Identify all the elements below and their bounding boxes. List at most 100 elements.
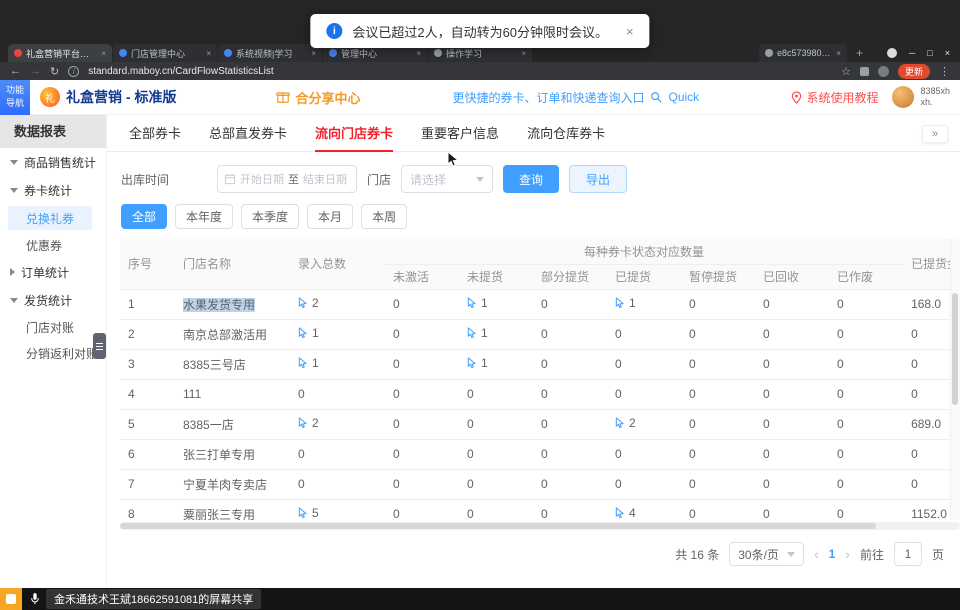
pointer-icon [467, 297, 477, 309]
tab-title: e8c573980b1328a258fd2e6|... [777, 48, 832, 58]
count-link[interactable]: 1 [298, 356, 319, 370]
column-header: 未激活 [385, 264, 459, 289]
cell-index: 2 [120, 319, 175, 349]
sidebar-item-优惠券[interactable]: 优惠券 [0, 232, 106, 258]
cell-count: 0 [755, 409, 829, 439]
cell-count: 0 [829, 289, 903, 319]
quick-filter-bar: 全部本年度本季度本月本周 [107, 202, 960, 239]
sidebar-group-订单统计[interactable]: 订单统计 [0, 258, 106, 286]
reload-button[interactable]: ↻ [50, 65, 59, 78]
sidebar-item-分销返利对账[interactable]: 分销返利对账 [0, 340, 106, 366]
banner-close-icon[interactable]: × [626, 24, 634, 39]
tab-总部直发券卡[interactable]: 总部直发券卡 [209, 115, 287, 152]
goto-suffix: 页 [932, 546, 944, 563]
cell-count: 0 [681, 379, 755, 409]
prev-page-button[interactable]: ‹ [814, 546, 819, 562]
tab-close-icon[interactable]: × [101, 49, 106, 58]
tab-流向门店券卡[interactable]: 流向门店券卡 [315, 115, 393, 152]
meeting-app-icon[interactable] [0, 588, 22, 610]
sidebar-item-兑换礼券[interactable]: 兑换礼券 [8, 206, 92, 230]
sidebar-group-商品销售统计[interactable]: 商品销售统计 [0, 148, 106, 176]
page-number[interactable]: 1 [829, 547, 836, 561]
tutorial-link[interactable]: 系统使用教程 [791, 89, 878, 106]
forward-button[interactable]: → [30, 65, 41, 77]
panel-collapse-button[interactable]: » [922, 125, 948, 143]
count-link[interactable]: 1 [467, 326, 488, 340]
count-link[interactable]: 4 [615, 506, 636, 520]
quick-filter-本季度[interactable]: 本季度 [241, 204, 299, 229]
cell-count: 0 [607, 379, 681, 409]
main-tab-bar: 全部券卡总部直发券卡流向门店券卡重要客户信息流向仓库券卡 [107, 115, 960, 152]
share-center-link[interactable]: 合分享中心 [276, 88, 360, 107]
cell-count: 0 [533, 409, 607, 439]
cell-count: 0 [829, 349, 903, 379]
vertical-scrollbar[interactable] [950, 239, 960, 520]
maximize-button[interactable]: □ [927, 48, 932, 58]
browser-update-button[interactable]: 更新 [898, 64, 930, 79]
count-link[interactable]: 1 [467, 296, 488, 310]
cell-count: 0 [385, 349, 459, 379]
count-link[interactable]: 5 [298, 506, 319, 520]
close-button[interactable]: × [945, 48, 950, 58]
browser-profile-icon[interactable] [887, 48, 897, 58]
sidebar-group-券卡统计[interactable]: 券卡统计 [0, 176, 106, 204]
page-size-value: 30条/页 [738, 546, 779, 563]
search-button[interactable]: 查询 [503, 165, 559, 193]
quick-filter-全部[interactable]: 全部 [121, 204, 167, 229]
tab-流向仓库券卡[interactable]: 流向仓库券卡 [527, 115, 605, 152]
pointer-icon [298, 297, 308, 309]
new-tab-button[interactable]: + [848, 44, 871, 62]
sidebar-item-门店对账[interactable]: 门店对账 [0, 314, 106, 340]
user-avatar[interactable] [892, 86, 914, 108]
horizontal-scrollbar[interactable] [120, 522, 960, 530]
tab-全部券卡[interactable]: 全部券卡 [129, 115, 181, 152]
pointer-icon [467, 327, 477, 339]
bookmark-star-icon[interactable]: ☆ [841, 65, 851, 78]
browser-tab[interactable]: 礼盒营销平台管理中心× [8, 44, 112, 62]
sidebar-group-发货统计[interactable]: 发货统计 [0, 286, 106, 314]
profile-avatar[interactable] [878, 66, 889, 77]
tab-close-icon[interactable]: × [416, 49, 421, 58]
next-page-button[interactable]: › [845, 546, 850, 562]
url-text[interactable]: standard.maboy.cn/CardFlowStatisticsList [88, 66, 832, 77]
tab-favicon [14, 49, 22, 57]
date-separator: 至 [288, 171, 299, 187]
goto-label: 前往 [860, 546, 884, 563]
count-link[interactable]: 2 [298, 416, 319, 430]
nav-toggle-button[interactable]: 功能导航 [0, 80, 30, 115]
date-range-input[interactable]: 开始日期 至 结束日期 [217, 165, 357, 193]
browser-menu-icon[interactable]: ⋮ [939, 65, 950, 78]
browser-tab[interactable]: 门店管理中心× [113, 44, 217, 62]
tab-close-icon[interactable]: × [521, 49, 526, 58]
goto-page-input[interactable]: 1 [894, 542, 922, 566]
quick-filter-本周[interactable]: 本周 [361, 204, 407, 229]
sidebar-collapse-handle[interactable] [93, 333, 106, 359]
count-link[interactable]: 1 [298, 326, 319, 340]
extensions-icon[interactable] [860, 67, 869, 76]
count-link[interactable]: 1 [615, 296, 636, 310]
quick-filter-本年度[interactable]: 本年度 [175, 204, 233, 229]
export-button[interactable]: 导出 [569, 165, 627, 193]
page-size-select[interactable]: 30条/页 [729, 542, 804, 566]
cell-count: 0 [533, 319, 607, 349]
tab-close-icon[interactable]: × [311, 49, 316, 58]
count-link[interactable]: 2 [615, 416, 636, 430]
quick-search[interactable]: 更快捷的券卡、订单和快递查询入口 Quick [452, 89, 699, 106]
meeting-banner: i 会议已超过2人，自动转为60分钟限时会议。 × [310, 14, 649, 48]
tab-close-icon[interactable]: × [206, 49, 211, 58]
tab-重要客户信息[interactable]: 重要客户信息 [421, 115, 499, 152]
tab-favicon [434, 49, 442, 57]
back-button[interactable]: ← [10, 65, 21, 77]
site-info-icon[interactable]: i [68, 66, 79, 77]
cell-count: 0 [459, 379, 533, 409]
tab-close-icon[interactable]: × [836, 49, 841, 58]
browser-tab[interactable]: 系统视频|学习× [218, 44, 322, 62]
count-link[interactable]: 1 [467, 356, 488, 370]
cell-count: 0 [533, 289, 607, 319]
count-link[interactable]: 2 [298, 296, 319, 310]
browser-tab[interactable]: e8c573980b1328a258fd2e6|... × [759, 44, 847, 62]
minimize-button[interactable]: ─ [909, 48, 915, 58]
cell-store-name: 111 [175, 379, 290, 409]
microphone-icon[interactable] [30, 592, 40, 606]
quick-filter-本月[interactable]: 本月 [307, 204, 353, 229]
